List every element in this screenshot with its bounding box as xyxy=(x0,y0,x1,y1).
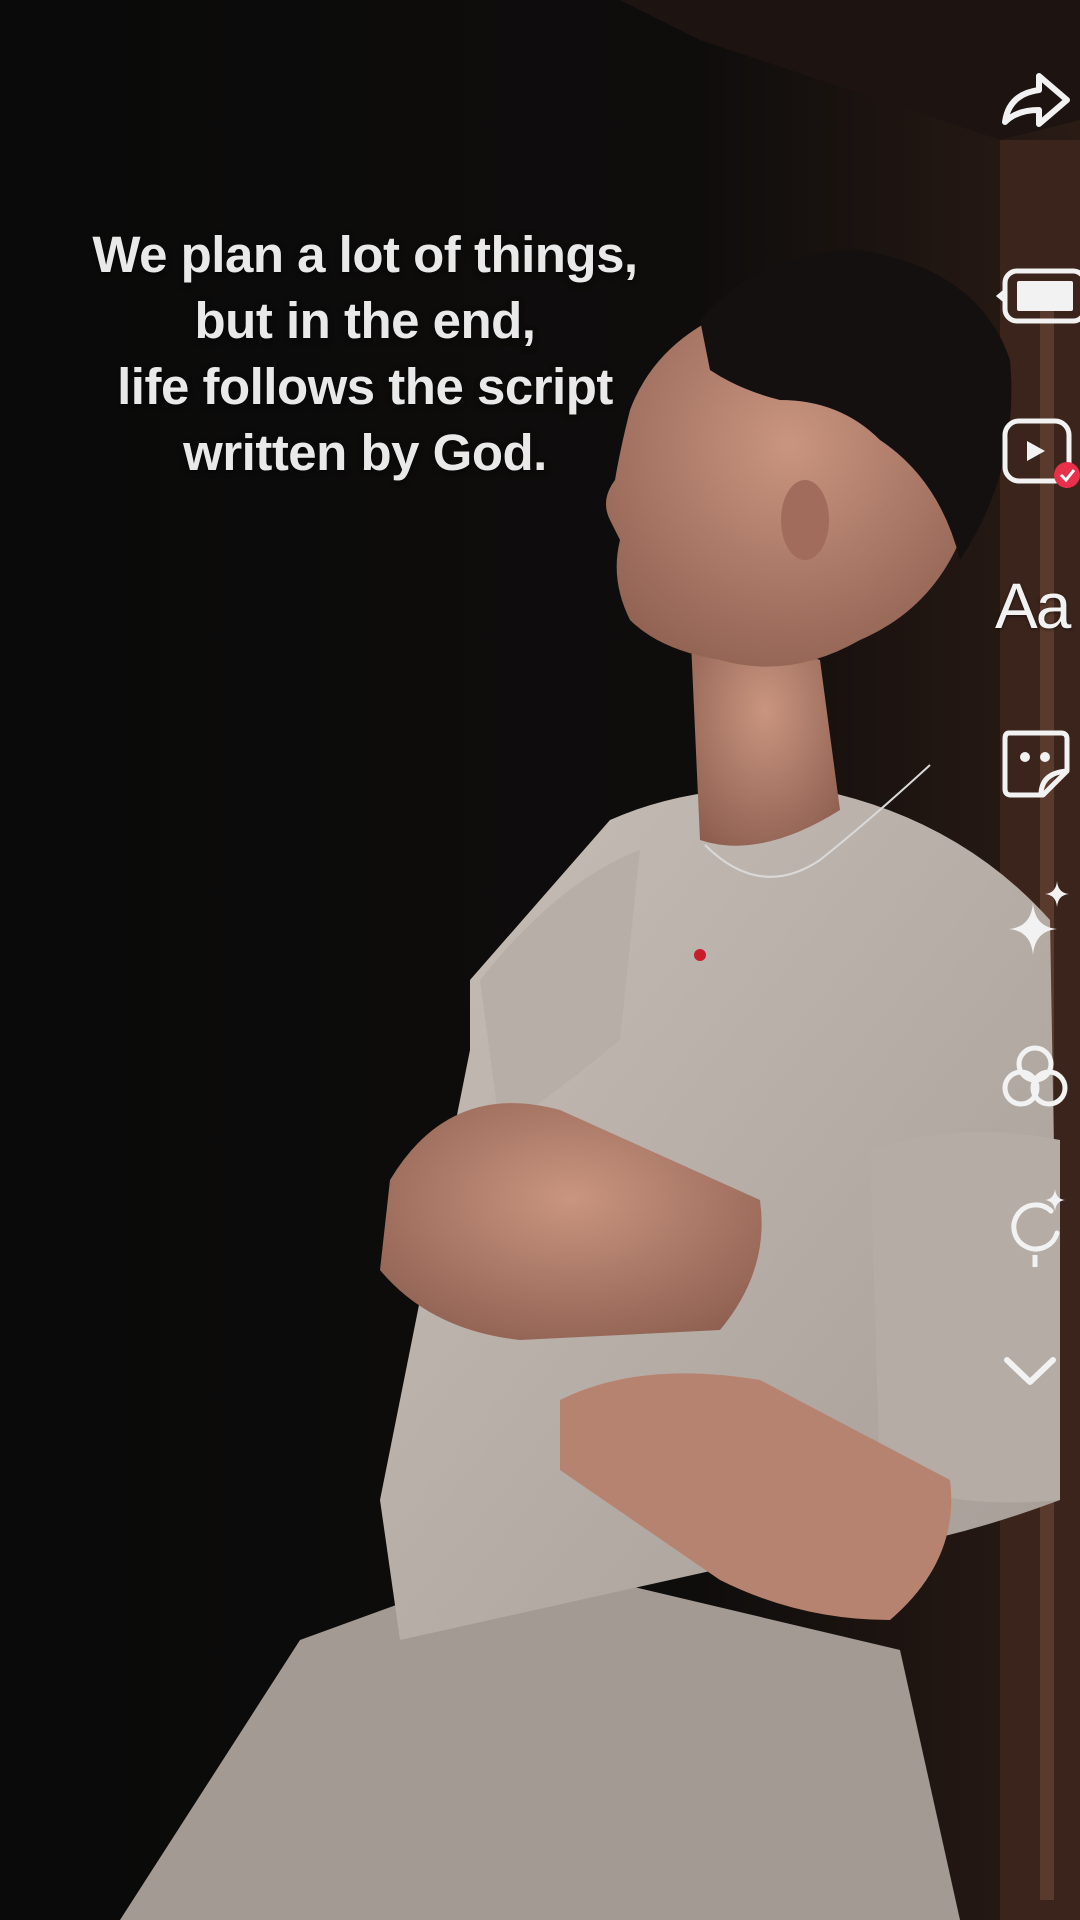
sticker-button[interactable] xyxy=(995,715,1080,811)
story-caption[interactable]: We plan a lot of things, but in the end,… xyxy=(30,222,700,486)
caption-line-1: We plan a lot of things, xyxy=(92,226,638,283)
filters-icon xyxy=(1002,1045,1068,1107)
template-button[interactable] xyxy=(995,405,1080,501)
caption-line-4: written by God. xyxy=(183,424,547,481)
editor-canvas: We plan a lot of things, but in the end,… xyxy=(0,0,1080,1920)
more-tools-button[interactable] xyxy=(995,1322,1080,1418)
caption-line-3: life follows the script xyxy=(117,358,613,415)
template-icon xyxy=(1002,418,1080,488)
share-button[interactable] xyxy=(995,52,1080,148)
filters-button[interactable] xyxy=(995,1030,1080,1126)
effects-button[interactable] xyxy=(995,870,1080,966)
effects-sparkle-icon xyxy=(1009,881,1069,955)
caption-line-2: but in the end, xyxy=(194,292,536,349)
text-button[interactable]: Aa xyxy=(995,558,1080,654)
aspect-ratio-button[interactable] xyxy=(995,248,1080,344)
aspect-ratio-icon xyxy=(995,268,1080,324)
voice-effect-button[interactable] xyxy=(995,1180,1080,1276)
text-icon: Aa xyxy=(995,570,1071,642)
chevron-down-icon xyxy=(1004,1357,1056,1385)
badge-dot xyxy=(1054,462,1080,488)
voice-effect-icon xyxy=(1011,1189,1065,1267)
share-icon xyxy=(1002,73,1070,127)
sticker-icon xyxy=(1002,730,1070,798)
